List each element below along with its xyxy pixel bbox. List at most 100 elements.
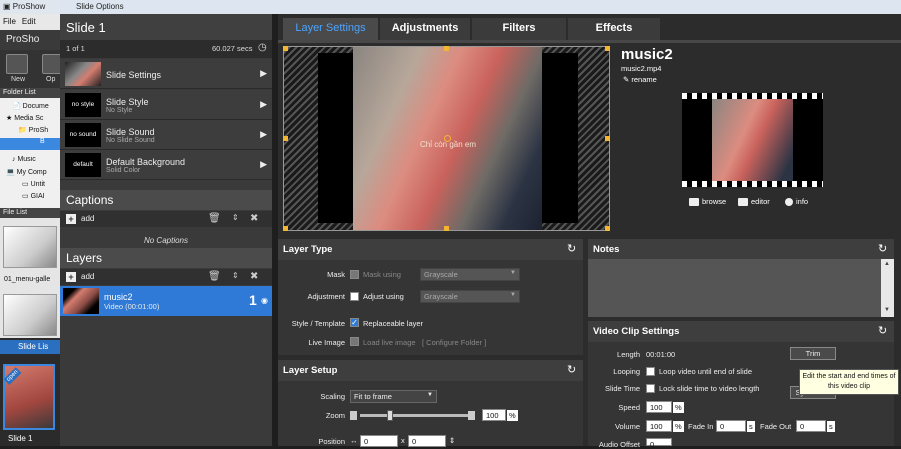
tools-icon[interactable]: ✖	[250, 271, 258, 282]
layer-title: music2	[621, 46, 673, 63]
mask-select[interactable]: Grayscale ▼	[420, 268, 520, 281]
reset-icon[interactable]: ↻	[567, 242, 576, 255]
info-button[interactable]: info	[785, 197, 808, 207]
scroll-down-icon[interactable]: ▼	[884, 307, 890, 313]
speed-unit: %	[673, 402, 684, 413]
resize-handle[interactable]	[283, 226, 288, 231]
resize-handle[interactable]	[605, 46, 610, 51]
reorder-icon[interactable]: ⇕	[232, 213, 239, 222]
adjust-select[interactable]: Grayscale ▼	[420, 290, 520, 303]
speed-input[interactable]: 100	[646, 401, 672, 413]
chevron-right-icon: ▶	[260, 99, 267, 109]
stepper-icon[interactable]: ⇕	[449, 436, 455, 445]
zoom-min-icon[interactable]	[350, 411, 357, 420]
configure-folder-button[interactable]: [ Configure Folder ]	[422, 338, 486, 347]
add-caption-label[interactable]: add	[81, 214, 94, 223]
trash-icon[interactable]: 🗑	[208, 271, 221, 282]
zoom-input[interactable]: 100	[482, 409, 506, 421]
trim-button[interactable]: Trim	[790, 347, 836, 360]
center-handle-icon[interactable]	[444, 135, 451, 142]
fade-in-unit: s	[747, 421, 755, 432]
menu-file[interactable]: File	[3, 17, 16, 26]
layer-type: Video (00:01:00)	[104, 302, 160, 311]
scroll-up-icon[interactable]: ▲	[884, 261, 890, 267]
position-x-input[interactable]: 0	[360, 435, 398, 447]
default-background-row[interactable]: default Default Background Solid Color ▶	[60, 150, 272, 180]
slide-sound-row[interactable]: no sound Slide Sound No Slide Sound ▶	[60, 120, 272, 150]
position-y-input[interactable]: 0	[408, 435, 446, 447]
adjustment-checkbox[interactable]	[350, 292, 359, 301]
slide-style-value: No Style	[106, 107, 133, 114]
zoom-label: Zoom	[325, 411, 345, 420]
resize-handle[interactable]	[444, 46, 449, 51]
zoom-slider-thumb[interactable]	[387, 410, 394, 421]
editor-button[interactable]: editor	[738, 197, 770, 207]
file-thumbnail[interactable]	[3, 294, 57, 336]
reset-icon[interactable]: ↻	[878, 324, 887, 337]
add-layer-icon[interactable]: +	[66, 272, 76, 282]
notes-textarea[interactable]	[588, 259, 881, 317]
zoom-max-icon[interactable]	[468, 411, 475, 420]
slide-sound-value: No Slide Sound	[106, 137, 155, 144]
tree-item-selected[interactable]: B	[0, 138, 60, 150]
reorder-icon[interactable]: ⇕	[232, 271, 239, 280]
layer-setup-header: Layer Setup	[278, 360, 583, 381]
audio-offset-input[interactable]: 0	[646, 438, 672, 449]
slide-sound-thumb: no sound	[65, 123, 101, 147]
slide-style-row[interactable]: no style Slide Style No Style ▶	[60, 90, 272, 120]
tree-item[interactable]: 📁 ProSh	[0, 126, 60, 138]
mask-checkbox[interactable]	[350, 270, 359, 279]
new-icon[interactable]	[6, 54, 28, 74]
resize-handle[interactable]	[283, 136, 288, 141]
file-thumbnail[interactable]	[3, 226, 57, 268]
tab-layer-settings[interactable]: Layer Settings	[283, 18, 378, 40]
fade-out-input[interactable]: 0	[796, 420, 826, 432]
reset-icon[interactable]: ↻	[878, 242, 887, 255]
looping-checkbox[interactable]	[646, 367, 655, 376]
rename-link[interactable]: ✎ rename	[623, 75, 657, 84]
folder-list-header: Folder List	[0, 88, 60, 98]
tree-item[interactable]: ★ Media Sc	[0, 114, 60, 126]
chevron-right-icon: ▶	[260, 129, 267, 139]
reset-icon[interactable]: ↻	[567, 363, 576, 376]
move-icon[interactable]: ↔	[350, 436, 358, 445]
live-image-checkbox[interactable]	[350, 337, 359, 346]
resize-handle[interactable]	[283, 46, 288, 51]
notes-header: Notes	[588, 239, 894, 260]
folder-tree: 📄 Docume ★ Media Sc 📁 ProSh B ♪ Music 💻 …	[0, 98, 60, 208]
menu-edit[interactable]: Edit	[22, 17, 36, 26]
mask-label: Mask	[327, 270, 345, 279]
volume-input[interactable]: 100	[646, 420, 672, 432]
tools-icon[interactable]: ✖	[250, 213, 258, 224]
slide-time-checkbox[interactable]	[646, 384, 655, 393]
trim-tooltip: Edit the start and end times of this vid…	[799, 369, 899, 395]
mask-using-label: Mask using	[363, 270, 401, 279]
tab-adjustments[interactable]: Adjustments	[380, 18, 470, 40]
resize-handle[interactable]	[444, 226, 449, 231]
replaceable-checkbox[interactable]: ✓	[350, 318, 359, 327]
tree-item[interactable]: 💻 My Comp	[0, 168, 60, 180]
resize-handle[interactable]	[605, 136, 610, 141]
slide-label: Slide 1	[8, 434, 33, 443]
add-caption-icon[interactable]: +	[66, 214, 76, 224]
tab-effects[interactable]: Effects	[568, 18, 660, 40]
tree-item[interactable]: ♪ Music	[0, 156, 60, 168]
live-image-label: Live Image	[308, 338, 345, 347]
zoom-slider[interactable]	[360, 414, 468, 417]
eye-icon[interactable]: ◉	[261, 296, 268, 305]
add-layer-label[interactable]: add	[81, 272, 94, 281]
fade-in-input[interactable]: 0	[716, 420, 746, 432]
tab-filters[interactable]: Filters	[472, 18, 566, 40]
captions-toolbar: + add 🗑 ⇕ ✖	[60, 211, 272, 227]
trash-icon[interactable]: 🗑	[208, 213, 221, 224]
tree-item[interactable]: ▭ GIAI	[0, 192, 60, 204]
tree-item[interactable]: ▭ Untit	[0, 180, 60, 192]
tree-item[interactable]: 📄 Docume	[0, 102, 60, 114]
browse-button[interactable]: browse	[689, 197, 726, 207]
scaling-select[interactable]: Fit to frame ▼	[350, 390, 437, 403]
notes-scrollbar[interactable]: ▲ ▼	[881, 259, 894, 317]
slide-settings-row[interactable]: Slide Settings ▶	[60, 59, 272, 89]
slide-style-label: Slide Style	[106, 97, 149, 107]
fade-out-unit: s	[827, 421, 835, 432]
resize-handle[interactable]	[605, 226, 610, 231]
